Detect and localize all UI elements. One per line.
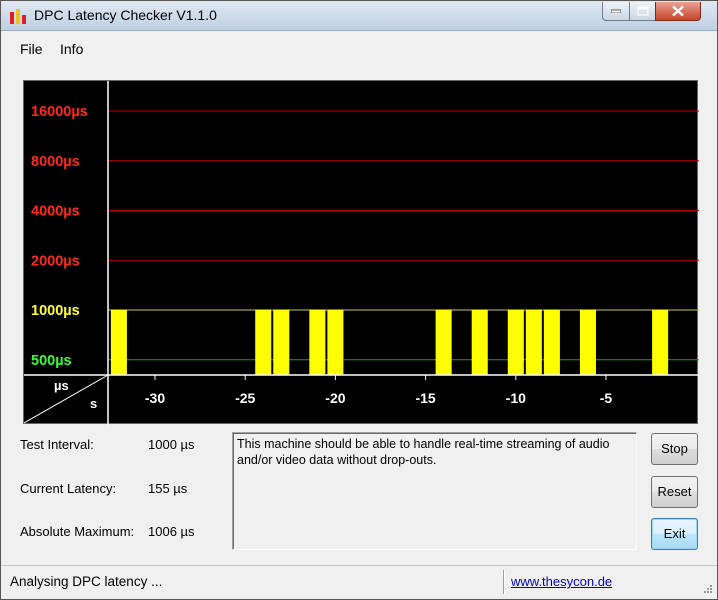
latency-bar [273, 309, 290, 375]
stop-button[interactable]: Stop [651, 433, 698, 465]
window-title: DPC Latency Checker V1.1.0 [34, 7, 217, 23]
message-text: This machine should be able to handle re… [237, 437, 610, 467]
test-interval-label: Test Interval: [20, 437, 94, 452]
status-text: Analysing DPC latency ... [10, 574, 163, 589]
y-tick-label: 1000µs [31, 303, 80, 319]
website-link[interactable]: www.thesycon.de [511, 574, 612, 589]
latency-bar [110, 309, 127, 375]
y-tick-label: 2000µs [31, 253, 80, 269]
latency-chart: 16000µs 8000µs 4000µs 2000µs 1000µs 500µs µs s -… [23, 80, 699, 425]
message-box: This machine should be able to handle re… [232, 432, 637, 550]
absolute-maximum-value: 1006 µs [148, 524, 195, 539]
y-tick-label: 4000µs [31, 204, 80, 220]
x-tick-label: -20 [325, 390, 345, 406]
minimize-icon [611, 9, 621, 13]
absolute-maximum-label: Absolute Maximum: [20, 524, 135, 539]
latency-bar [327, 309, 344, 375]
menu-info[interactable]: Info [60, 41, 83, 57]
minimize-button[interactable] [602, 2, 630, 21]
exit-button[interactable]: Exit [651, 518, 698, 550]
x-unit-label: s [90, 396, 97, 411]
maximize-button[interactable] [629, 2, 656, 21]
current-latency-value: 155 µs [148, 481, 188, 496]
status-bar: Analysing DPC latency ... www.thesycon.d… [1, 565, 717, 599]
close-button[interactable] [655, 2, 701, 21]
reset-button[interactable]: Reset [651, 476, 698, 508]
y-tick-label: 8000µs [31, 154, 80, 170]
maximize-icon [637, 6, 648, 16]
status-separator [503, 570, 505, 594]
latency-bar [471, 309, 488, 375]
latency-bar [507, 309, 524, 375]
latency-bar [525, 309, 542, 375]
x-tick-label: -30 [145, 390, 165, 406]
x-tick-label: -25 [235, 390, 255, 406]
latency-bar [309, 309, 326, 375]
y-unit-label: µs [54, 378, 69, 393]
current-latency-label: Current Latency: [20, 481, 117, 496]
test-interval-value: 1000 µs [148, 437, 195, 452]
stats-panel: Test Interval: 1000 µs Current Latency: … [20, 431, 220, 561]
x-tick-label: -10 [506, 390, 526, 406]
latency-bar [543, 309, 560, 375]
close-icon [672, 5, 684, 17]
y-tick-label: 500µs [31, 353, 72, 369]
x-tick-label: -5 [600, 390, 613, 406]
resize-grip-icon[interactable] [701, 582, 713, 594]
app-bar-chart-icon [10, 9, 26, 24]
menu-bar: File Info [1, 32, 717, 62]
latency-bar [255, 309, 272, 375]
latency-bar [435, 309, 452, 375]
x-tick-label: -15 [415, 390, 435, 406]
latency-bar [652, 309, 669, 375]
latency-bar [579, 309, 596, 375]
y-tick-label: 16000µs [31, 104, 88, 120]
menu-file[interactable]: File [20, 41, 43, 57]
latency-chart-svg: 16000µs 8000µs 4000µs 2000µs 1000µs 500µs µs s -… [24, 81, 699, 425]
title-bar[interactable]: DPC Latency Checker V1.1.0 [1, 1, 717, 31]
app-window: DPC Latency Checker V1.1.0 File Info 160… [0, 0, 718, 600]
